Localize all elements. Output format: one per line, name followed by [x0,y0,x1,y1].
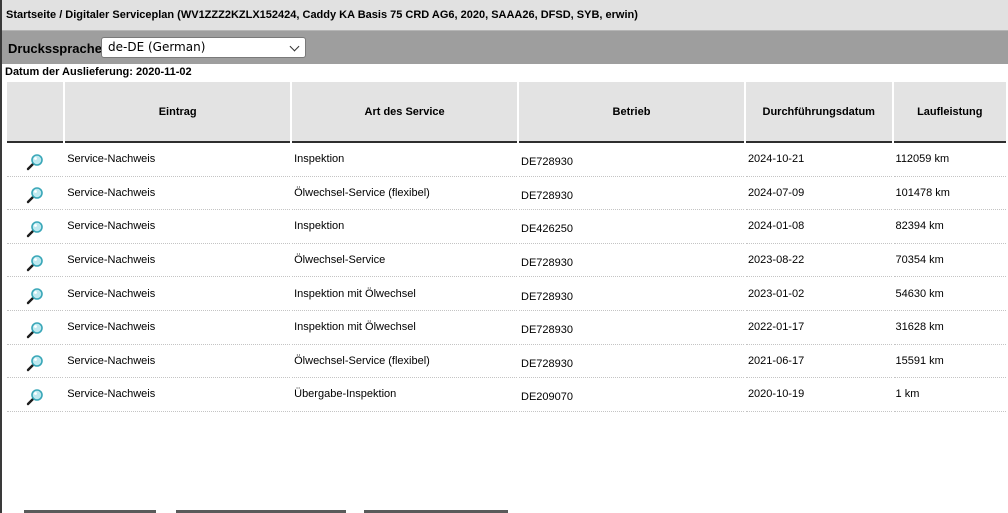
cell-datum: 2024-01-08 [745,210,892,244]
cell-datum: 2024-07-09 [745,177,892,211]
cell-laufleistung: 1 km [893,378,1006,412]
cell-datum: 2023-08-22 [745,244,892,278]
cell-datum: 2021-06-17 [745,345,892,379]
cell-art: Inspektion [292,143,518,177]
table-row: Service-Nachweis Übergabe-Inspektion DE209… [7,378,1006,412]
cell-betrieb: DE728930 [519,143,744,177]
column-header-icon [7,82,64,143]
table-row: Service-Nachweis Ölwechsel-Service DE72893… [7,244,1006,278]
magnifier-icon[interactable] [26,220,44,238]
language-bar: Druckssprache: de-DE (German) [2,31,1008,64]
column-header-laufleistung[interactable]: Laufleistung [893,82,1006,143]
table-row: Service-Nachweis Ölwechsel-Service (flexi… [7,177,1006,211]
column-header-betrieb[interactable]: Betrieb [519,82,744,143]
cell-betrieb: DE209070 [519,378,744,412]
cell-laufleistung: 54630 km [893,277,1006,311]
magnifier-icon[interactable] [26,354,44,372]
magnifier-icon[interactable] [26,254,44,272]
cell-betrieb: DE426250 [519,210,744,244]
table-row: Service-Nachweis Inspektion mit Ölwechsel… [7,277,1006,311]
magnifier-icon[interactable] [26,388,44,406]
language-label: Druckssprache: [8,41,107,56]
details-cell [7,378,64,412]
table-body: Service-Nachweis Inspektion DE728930 2024-1… [7,143,1006,412]
cell-betrieb: DE728930 [519,244,744,278]
cell-eintrag: Service-Nachweis [65,244,291,278]
cell-datum: 2020-10-19 [745,378,892,412]
details-cell [7,143,64,177]
table-row: Service-Nachweis Inspektion mit Ölwechsel… [7,311,1006,345]
cell-betrieb: DE728930 [519,311,744,345]
service-table: Eintrag Art des Service Betrieb Durchfüh… [5,82,1008,412]
magnifier-icon[interactable] [26,153,44,171]
service-plan-page: Startseite / Digitaler Serviceplan (WV1Z… [0,0,1008,513]
cell-art: Übergabe-Inspektion [292,378,518,412]
details-cell [7,345,64,379]
service-table-container: Eintrag Art des Service Betrieb Durchfüh… [5,82,1008,412]
cell-laufleistung: 70354 km [893,244,1006,278]
cell-datum: 2024-10-21 [745,143,892,177]
language-select-value: de-DE (German) [108,40,206,54]
details-cell [7,210,64,244]
cell-art: Inspektion mit Ölwechsel [292,311,518,345]
magnifier-icon[interactable] [26,287,44,305]
column-header-datum[interactable]: Durchführungsdatum [745,82,892,143]
magnifier-icon[interactable] [26,186,44,204]
column-header-eintrag[interactable]: Eintrag [65,82,291,143]
table-row: Service-Nachweis Ölwechsel-Service (flexi… [7,345,1006,379]
table-row: Service-Nachweis Inspektion DE728930 2024-1… [7,143,1006,177]
cell-laufleistung: 31628 km [893,311,1006,345]
cell-art: Ölwechsel-Service (flexibel) [292,177,518,211]
details-cell [7,311,64,345]
cell-laufleistung: 101478 km [893,177,1006,211]
cell-datum: 2022-01-17 [745,311,892,345]
cell-laufleistung: 82394 km [893,210,1006,244]
cell-eintrag: Service-Nachweis [65,143,291,177]
cell-art: Inspektion [292,210,518,244]
cell-eintrag: Service-Nachweis [65,277,291,311]
cell-eintrag: Service-Nachweis [65,210,291,244]
cell-betrieb: DE728930 [519,177,744,211]
cell-art: Ölwechsel-Service [292,244,518,278]
cell-betrieb: DE728930 [519,277,744,311]
left-border [0,0,2,513]
cell-eintrag: Service-Nachweis [65,311,291,345]
delivery-date: Datum der Auslieferung: 2020-11-02 [5,66,192,78]
cell-eintrag: Service-Nachweis [65,345,291,379]
cell-laufleistung: 15591 km [893,345,1006,379]
details-cell [7,277,64,311]
details-cell [7,244,64,278]
table-row: Service-Nachweis Inspektion DE426250 2024-0… [7,210,1006,244]
cell-betrieb: DE728930 [519,345,744,379]
chevron-down-icon [289,41,300,52]
cell-datum: 2023-01-02 [745,277,892,311]
details-cell [7,177,64,211]
cell-eintrag: Service-Nachweis [65,177,291,211]
cell-laufleistung: 112059 km [893,143,1006,177]
column-header-art[interactable]: Art des Service [292,82,518,143]
cell-eintrag: Service-Nachweis [65,378,291,412]
cell-art: Ölwechsel-Service (flexibel) [292,345,518,379]
magnifier-icon[interactable] [26,321,44,339]
cell-art: Inspektion mit Ölwechsel [292,277,518,311]
table-header-row: Eintrag Art des Service Betrieb Durchfüh… [7,82,1006,143]
breadcrumb: Startseite / Digitaler Serviceplan (WV1Z… [2,0,1008,31]
language-select[interactable]: de-DE (German) [101,37,306,58]
